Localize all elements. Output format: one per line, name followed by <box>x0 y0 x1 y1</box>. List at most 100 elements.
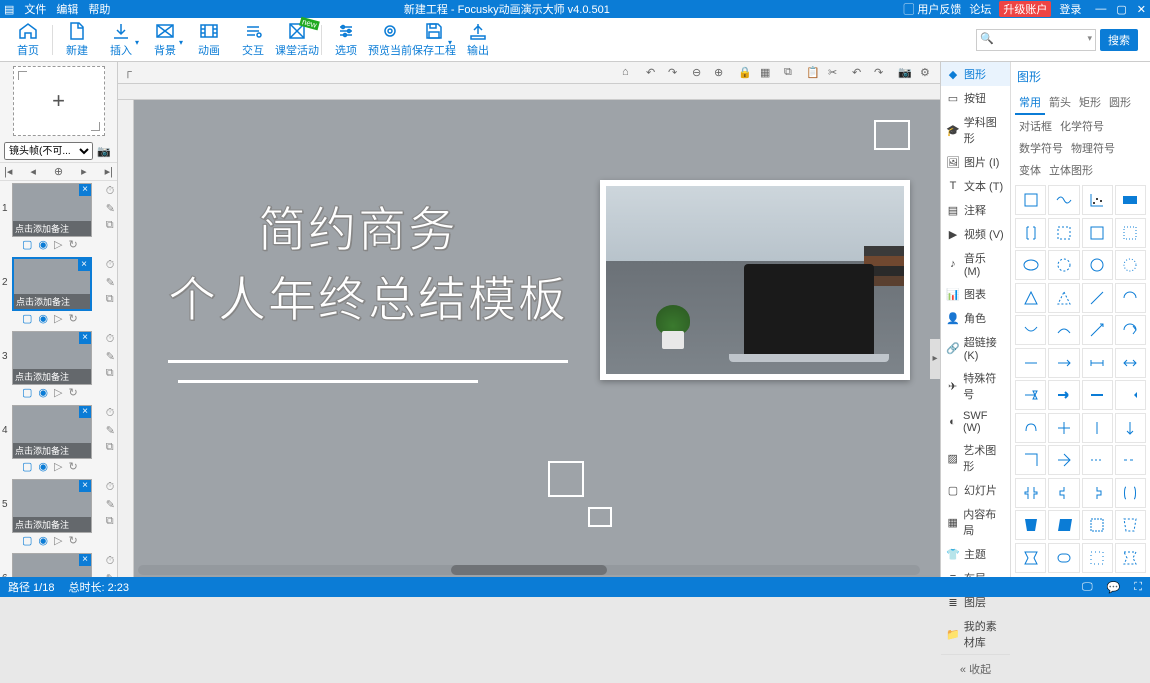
shape-cell[interactable] <box>1115 413 1146 443</box>
slide-edit-icon[interactable]: ✎ <box>106 498 115 511</box>
toolbar-bg-button[interactable]: 背景▾ <box>143 19 187 61</box>
shape-tab[interactable]: 箭头 <box>1045 91 1075 115</box>
slide-close-icon[interactable]: × <box>79 554 91 566</box>
slide-close-icon[interactable]: × <box>79 480 91 492</box>
insert-item-theme[interactable]: 👕主题 <box>941 542 1010 566</box>
slide-thumbnail[interactable]: 3×点击添加备注▢◉▷↻⏱✎⧉ <box>0 329 117 403</box>
shape-cell[interactable] <box>1082 185 1113 215</box>
shape-cell[interactable] <box>1048 380 1079 410</box>
slide-edit-icon[interactable]: ✎ <box>106 276 115 289</box>
slide-edit-icon[interactable]: ✎ <box>106 424 115 437</box>
menu-file[interactable]: 文件 <box>24 1 46 17</box>
slide-play-icon[interactable]: ▢ <box>22 312 32 325</box>
rotate-left-icon[interactable]: ↶ <box>646 66 660 80</box>
slide-dup-icon[interactable]: ⧉ <box>106 515 115 528</box>
slide-thumbnail[interactable]: 6×▢◉▷↻⏱✎⧉ <box>0 551 117 577</box>
nav-prev-icon[interactable]: ◂ <box>30 165 36 178</box>
shape-tab[interactable]: 立体图形 <box>1045 159 1097 181</box>
home-view-icon[interactable]: ⌂ <box>622 66 636 80</box>
insert-item-image[interactable]: 🖼图片 (I) <box>941 150 1010 174</box>
insert-item-slide[interactable]: ▢幻灯片 <box>941 478 1010 502</box>
slide-close-icon[interactable]: × <box>79 332 91 344</box>
shape-cell[interactable] <box>1048 543 1079 573</box>
insert-item-button[interactable]: ▭按钮 <box>941 86 1010 110</box>
panel-expand-handle[interactable]: ▸ <box>930 339 940 379</box>
shape-cell[interactable] <box>1082 315 1113 345</box>
rotate-right-icon[interactable]: ↷ <box>668 66 682 80</box>
insert-item-link[interactable]: 🔗超链接 (K) <box>941 330 1010 366</box>
shape-cell[interactable] <box>1048 315 1079 345</box>
shape-tab[interactable]: 对话框 <box>1015 115 1056 137</box>
shape-cell[interactable] <box>1048 413 1079 443</box>
minimize-icon[interactable]: — <box>1095 3 1106 16</box>
nav-add-icon[interactable]: ⊕ <box>54 165 63 178</box>
slide-timer-icon[interactable]: ⏱ <box>106 555 115 568</box>
toolbar-export-button[interactable]: 输出 <box>456 19 500 61</box>
shape-cell[interactable] <box>1015 348 1046 378</box>
copy-icon[interactable]: ⧉ <box>784 66 798 80</box>
nav-first-icon[interactable]: |◂ <box>4 165 12 178</box>
maximize-icon[interactable]: ▢ <box>1116 3 1126 16</box>
insert-item-symbol[interactable]: ✈特殊符号 <box>941 366 1010 406</box>
slide-anim-icon[interactable]: ◉ <box>38 238 48 251</box>
slide-note-icon[interactable]: ▷ <box>54 534 62 547</box>
shape-cell[interactable] <box>1115 348 1146 378</box>
slide-note-icon[interactable]: ▷ <box>54 386 62 399</box>
shape-cell[interactable] <box>1048 478 1079 508</box>
settings-icon[interactable]: ⚙ <box>920 66 934 80</box>
slide-more-icon[interactable]: ↻ <box>68 460 77 473</box>
slide-anim-icon[interactable]: ◉ <box>38 460 48 473</box>
shape-cell[interactable] <box>1082 348 1113 378</box>
slide-close-icon[interactable]: × <box>79 406 91 418</box>
cut-icon[interactable]: ✂ <box>828 66 842 80</box>
shape-cell[interactable] <box>1082 510 1113 540</box>
menu-help[interactable]: 帮助 <box>88 1 110 17</box>
paste-icon[interactable]: 📋 <box>806 66 820 80</box>
shape-cell[interactable] <box>1115 283 1146 313</box>
status-display-icon[interactable]: 🖵 <box>1082 581 1093 594</box>
shape-cell[interactable] <box>1015 380 1046 410</box>
nav-last-icon[interactable]: ▸| <box>105 165 113 178</box>
slide-note-icon[interactable]: ▷ <box>54 238 62 251</box>
shape-cell[interactable] <box>1082 380 1113 410</box>
slide-anim-icon[interactable]: ◉ <box>38 386 48 399</box>
insert-item-subject[interactable]: 🎓学科图形 <box>941 110 1010 150</box>
shape-cell[interactable] <box>1015 250 1046 280</box>
login-link[interactable]: 登录 <box>1059 1 1081 17</box>
upgrade-button[interactable]: 升级账户 <box>999 1 1051 17</box>
insert-item-note[interactable]: ▤注释 <box>941 198 1010 222</box>
grid-icon[interactable]: ▦ <box>760 66 774 80</box>
shape-cell[interactable] <box>1048 218 1079 248</box>
shape-cell[interactable] <box>1115 478 1146 508</box>
shape-cell[interactable] <box>1115 218 1146 248</box>
shape-cell[interactable] <box>1115 315 1146 345</box>
slide-thumbnail[interactable]: 2×点击添加备注▢◉▷↻⏱✎⧉ <box>0 255 117 329</box>
shape-cell[interactable] <box>1082 283 1113 313</box>
insert-item-role[interactable]: 👤角色 <box>941 306 1010 330</box>
slide-play-icon[interactable]: ▢ <box>22 238 32 251</box>
ruler-toggle-icon[interactable]: ┌ <box>124 66 138 80</box>
canvas-title-2[interactable]: 个人年终总结模板 <box>168 260 568 330</box>
lens-select[interactable]: 镜头帧(不可... <box>4 142 93 160</box>
shape-cell[interactable] <box>1015 413 1046 443</box>
insert-item-video[interactable]: ▶视频 (V) <box>941 222 1010 246</box>
search-input[interactable] <box>976 29 1096 51</box>
shape-tab[interactable]: 矩形 <box>1075 91 1105 115</box>
insert-item-layout[interactable]: ▦内容布局 <box>941 502 1010 542</box>
slide-thumbnail[interactable]: 5×点击添加备注▢◉▷↻⏱✎⧉ <box>0 477 117 551</box>
toolbar-save-button[interactable]: 保存工程▾ <box>412 19 456 61</box>
camera-icon[interactable]: 📷 <box>95 142 113 160</box>
slide-timer-icon[interactable]: ⏱ <box>106 407 115 420</box>
insert-item-chart[interactable]: 📊图表 <box>941 282 1010 306</box>
shape-cell[interactable] <box>1048 185 1079 215</box>
shape-cell[interactable] <box>1048 445 1079 475</box>
insert-item-mylib[interactable]: 📁我的素材库 <box>941 614 1010 654</box>
slide-dup-icon[interactable]: ⧉ <box>106 367 115 380</box>
shape-cell[interactable] <box>1015 185 1046 215</box>
shape-tab[interactable]: 圆形 <box>1105 91 1135 115</box>
shape-cell[interactable] <box>1015 218 1046 248</box>
toolbar-preview-button[interactable]: 预览当前 <box>368 19 412 61</box>
slide-play-icon[interactable]: ▢ <box>22 460 32 473</box>
shape-cell[interactable] <box>1082 445 1113 475</box>
slide-anim-icon[interactable]: ◉ <box>38 312 48 325</box>
